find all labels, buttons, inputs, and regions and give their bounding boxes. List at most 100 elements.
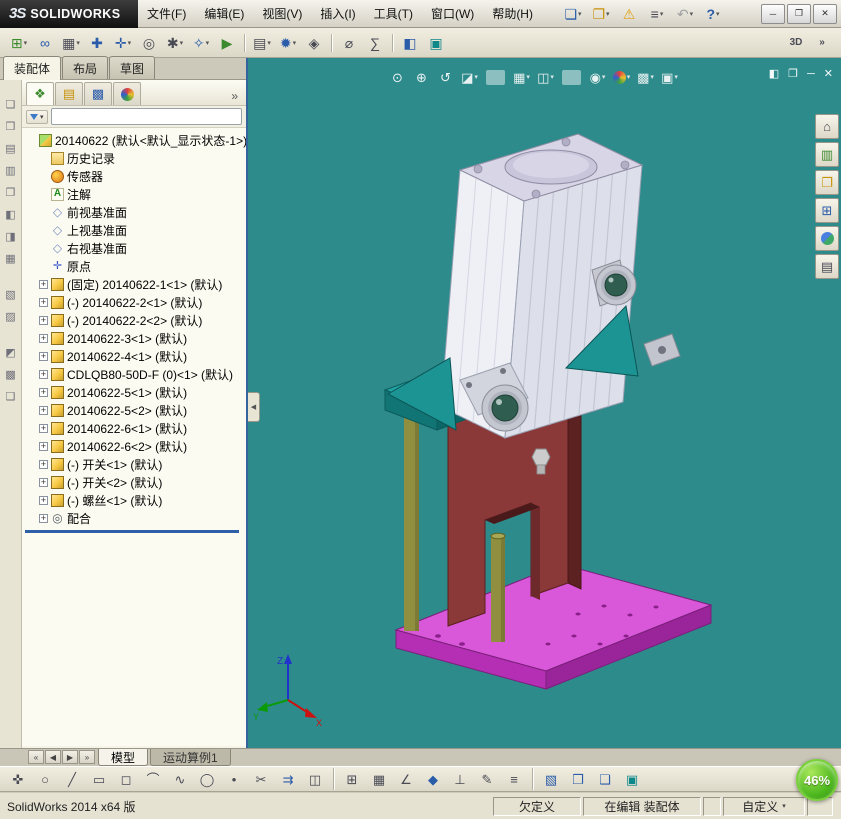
status-custom[interactable]: 自定义 ▾ — [723, 796, 805, 816]
apply-scene-icon[interactable]: ▩ ▾ — [634, 67, 657, 87]
custom-properties-icon[interactable]: ▤ — [815, 254, 839, 279]
side-toolbar-button-6[interactable]: ◧ — [2, 206, 20, 223]
tree-item[interactable]: A 注解 — [22, 185, 246, 203]
menu-item[interactable]: 文件(F) — [138, 0, 195, 27]
point-tool-icon[interactable]: • — [221, 768, 247, 790]
tab-model[interactable]: 模型 — [98, 749, 149, 766]
smart-fasteners-icon[interactable]: ✚ — [84, 31, 110, 55]
side-toolbar-button-5[interactable]: ❐ — [2, 184, 20, 201]
camera-views-icon[interactable]: ▣ — [423, 31, 449, 55]
menu-item[interactable]: 插入(I) — [311, 0, 364, 27]
design-library-icon[interactable]: ▥ — [815, 142, 839, 167]
side-toolbar-button-3[interactable]: ▤ — [2, 140, 20, 157]
viewport-canvas[interactable]: Z Y X — [248, 58, 841, 748]
solidworks-resources-icon[interactable]: ⌂ — [815, 114, 839, 139]
expander-icon[interactable]: + — [39, 513, 48, 523]
zoom-fit-icon[interactable]: ⊙ — [386, 67, 409, 87]
tree-item[interactable]: + 20140622-4<1> (默认) — [22, 347, 246, 365]
expander-icon[interactable]: + — [39, 297, 48, 307]
side-toolbar-button-7[interactable]: ◨ — [2, 228, 20, 245]
tree-item[interactable]: + (-) 开关<1> (默认) — [22, 455, 246, 473]
section-view-tool-icon[interactable]: ◧ — [397, 31, 423, 55]
tab-scroll-first-icon[interactable]: « — [28, 750, 44, 764]
file-explorer-icon[interactable]: ❐ — [815, 170, 839, 195]
bill-of-materials-icon[interactable]: ▤ ▾ — [249, 31, 275, 55]
arc-tool-icon[interactable]: ⌒ — [140, 768, 166, 790]
expander-icon[interactable]: + — [39, 369, 48, 379]
expander-icon[interactable]: + — [39, 495, 48, 505]
expander-icon[interactable]: + — [39, 459, 48, 469]
move-component-icon[interactable]: ✛ ▾ — [110, 31, 136, 55]
side-toolbar-button-11[interactable]: ◩ — [2, 344, 20, 361]
appearances-scenes-icon[interactable]: ● — [815, 226, 839, 251]
view-settings-icon[interactable]: ▣ ▾ — [658, 67, 681, 87]
reference-geometry-icon[interactable]: ✧ ▾ — [188, 31, 214, 55]
mass-properties-icon[interactable]: ∑ — [362, 31, 388, 55]
tree-item[interactable]: + 20140622-6<1> (默认) — [22, 419, 246, 437]
tree-item[interactable]: 历史记录 — [22, 149, 246, 167]
exploded-view-icon[interactable]: ✹ ▾ — [275, 31, 301, 55]
close-button[interactable]: ✕ — [813, 3, 837, 24]
mate-icon[interactable]: ∞ — [32, 31, 58, 55]
smart-dimension-icon[interactable]: ✜ — [5, 768, 31, 790]
tree-item[interactable]: + (-) 20140622-2<2> (默认) — [22, 311, 246, 329]
expander-icon[interactable]: + — [39, 279, 48, 289]
tree-item[interactable]: + (-) 螺丝<1> (默认) — [22, 491, 246, 509]
graphics-viewport[interactable]: Z Y X ⊙ ⊕ ↺ ◪ ▾ ▦ ▾ ◫ ▾ ◉ ▾ ▾ ▩ ▾ ▣ ▾ ◧ … — [248, 58, 841, 748]
tree-item[interactable]: + CDLQB80-50D-F (0)<1> (默认) — [22, 365, 246, 383]
expander-icon[interactable]: + — [39, 441, 48, 451]
side-toolbar-button-1[interactable]: ❏ — [2, 96, 20, 113]
tree-item[interactable]: 传感器 — [22, 167, 246, 185]
toolbar-overflow-icon[interactable]: » — [809, 31, 835, 55]
tab-layout[interactable]: 布局 — [62, 56, 109, 79]
mirror-entities-icon[interactable]: ◫ — [302, 768, 328, 790]
perpendicular-relation-icon[interactable]: ⊥ — [447, 768, 473, 790]
rollback-bar[interactable] — [25, 530, 239, 533]
displaymanager-tab[interactable]: ● — [113, 82, 141, 105]
tree-item[interactable]: + 20140622-3<1> (默认) — [22, 329, 246, 347]
convert-entities-icon[interactable]: ⇉ — [275, 768, 301, 790]
sensor-lower[interactable] — [481, 384, 529, 432]
panel-overflow-chevron[interactable]: » — [227, 89, 242, 105]
linear-component-pattern-icon[interactable]: ▦ ▾ — [58, 31, 84, 55]
minimize-button[interactable]: ─ — [761, 3, 785, 24]
tab-motion-study-1[interactable]: 运动算例1 — [150, 749, 231, 766]
configurationmanager-tab[interactable]: ▩ — [84, 82, 112, 105]
expander-icon[interactable]: + — [39, 423, 48, 433]
viewport-close-icon[interactable]: ✕ — [824, 66, 833, 80]
tree-item[interactable]: + (固定) 20140622-1<1> (默认) — [22, 275, 246, 293]
featuremanager-tree-tab[interactable]: ❖ — [26, 82, 54, 105]
viewport-minimize-icon[interactable]: ─ — [807, 66, 815, 80]
edit-appearance-icon[interactable]: ● ▾ — [610, 67, 633, 87]
side-toolbar-button-12[interactable]: ▩ — [2, 366, 20, 383]
maximize-button[interactable]: ❐ — [787, 3, 811, 24]
rapid-sketch-icon[interactable]: ▧ — [538, 768, 564, 790]
attachment-icon[interactable]: ✎ — [474, 768, 500, 790]
add-relation-icon[interactable]: ◆ — [420, 768, 446, 790]
menu-item[interactable]: 工具(T) — [365, 0, 422, 27]
tree-item[interactable]: + ◎ 配合 — [22, 509, 246, 527]
menu-item[interactable]: 视图(V) — [253, 0, 311, 27]
new-document-icon[interactable]: ❏ ▾ — [560, 2, 586, 26]
grid-snap-icon[interactable]: ▦ — [366, 768, 392, 790]
corner-rectangle-icon[interactable]: ▭ — [86, 768, 112, 790]
tab-assembly[interactable]: 装配体 — [3, 56, 62, 80]
trim-entities-icon[interactable]: ✂ — [248, 768, 274, 790]
measure-icon[interactable]: ⌀ — [336, 31, 362, 55]
help-icon[interactable]: ? ▾ — [700, 2, 726, 26]
view-palette-icon[interactable]: ⊞ — [815, 198, 839, 223]
tab-scroll-next-icon[interactable]: ▶ — [62, 750, 78, 764]
expander-icon[interactable]: + — [39, 315, 48, 325]
shaded-contours-icon[interactable]: ❒ — [565, 768, 591, 790]
tab-sketch[interactable]: 草图 — [109, 56, 156, 79]
expander-icon[interactable]: + — [39, 405, 48, 415]
line-format-icon[interactable]: ≡ — [501, 768, 527, 790]
standard-views-icon[interactable]: 3D — [783, 31, 809, 55]
large-assembly-mode-icon[interactable]: ▣ — [619, 768, 645, 790]
alert-icon[interactable]: ⚠ — [616, 2, 642, 26]
filter-funnel-button[interactable]: ▾ — [26, 109, 48, 124]
circle-tool-icon[interactable]: ○ — [32, 768, 58, 790]
sketch-pattern-icon[interactable]: ⊞ — [339, 768, 365, 790]
zoom-area-icon[interactable]: ⊕ — [410, 67, 433, 87]
show-hidden-components-icon[interactable]: ◎ — [136, 31, 162, 55]
